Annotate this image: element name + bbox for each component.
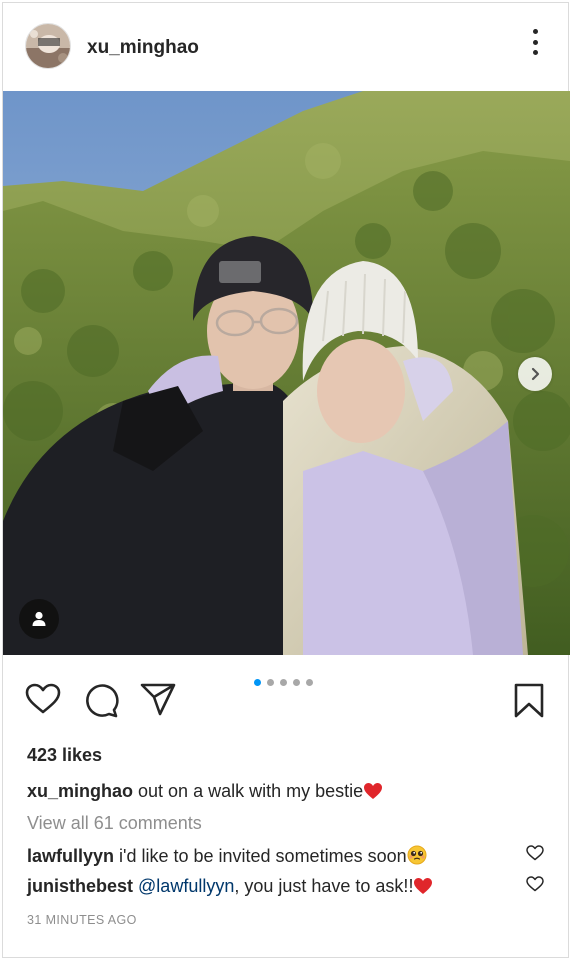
post-card: xu_minghao 423 likes xu_minghao out on a… xyxy=(2,2,570,958)
chevron-right-icon xyxy=(531,367,540,381)
red-heart-emoji xyxy=(364,783,383,799)
comment-like-button[interactable] xyxy=(526,876,544,897)
share-button[interactable] xyxy=(140,683,176,722)
comment-username[interactable]: junisthebest xyxy=(27,876,133,896)
carousel-dot xyxy=(293,679,300,686)
comment-text: , you just have to ask!! xyxy=(234,876,414,896)
post-actions xyxy=(3,655,568,741)
heart-outline-icon xyxy=(526,876,544,892)
more-options-button[interactable] xyxy=(528,29,542,55)
bookmark-icon xyxy=(514,683,544,718)
heart-outline-icon xyxy=(526,845,544,861)
carousel-next-button[interactable] xyxy=(518,357,552,391)
carousel-dot xyxy=(306,679,313,686)
save-button[interactable] xyxy=(513,683,545,724)
comment-item: junisthebest @lawfullyyn, you just have … xyxy=(27,876,433,897)
header-username[interactable]: xu_minghao xyxy=(87,37,199,59)
like-count[interactable]: 423 likes xyxy=(27,745,102,766)
comment-item: lawfullyyn i'd like to be invited someti… xyxy=(27,845,427,867)
view-all-comments-link[interactable]: View all 61 comments xyxy=(27,813,202,834)
carousel-dot xyxy=(280,679,287,686)
post-photo[interactable] xyxy=(3,91,570,655)
caption: xu_minghao out on a walk with my bestie xyxy=(27,781,383,802)
carousel-dot xyxy=(267,679,274,686)
paper-plane-icon xyxy=(140,683,176,716)
avatar[interactable] xyxy=(25,23,71,69)
comment-like-button[interactable] xyxy=(526,845,544,866)
comment-mention[interactable]: @lawfullyyn xyxy=(138,876,234,896)
post-header: xu_minghao xyxy=(3,3,568,91)
comment-bubble-icon xyxy=(86,684,119,718)
carousel-dot-active xyxy=(254,679,261,686)
comment-username[interactable]: lawfullyyn xyxy=(27,846,114,866)
comment-button[interactable] xyxy=(83,683,119,724)
caption-text: out on a walk with my bestie xyxy=(133,781,364,801)
carousel-indicator xyxy=(254,679,313,686)
comment-text: i'd like to be invited sometimes soon xyxy=(114,846,407,866)
like-button[interactable] xyxy=(25,683,61,720)
pleading-face-emoji xyxy=(407,845,427,865)
red-heart-emoji xyxy=(414,878,433,894)
user-tag-icon xyxy=(32,611,46,626)
heart-outline-icon xyxy=(25,683,61,714)
more-vertical-icon xyxy=(532,29,538,34)
caption-username[interactable]: xu_minghao xyxy=(27,781,133,801)
tagged-users-button[interactable] xyxy=(19,599,59,639)
post-timestamp[interactable]: 31 MINUTES AGO xyxy=(27,913,137,927)
